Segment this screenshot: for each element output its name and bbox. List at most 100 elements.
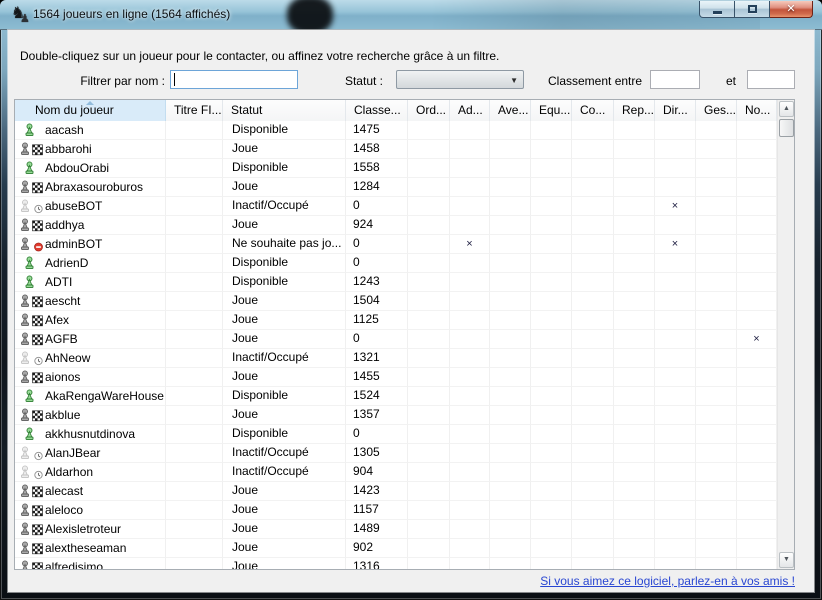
table-row[interactable]: Abraxasouroburos Joue 1284 — [15, 178, 777, 197]
cell-co — [572, 425, 614, 444]
cell-ord — [408, 140, 450, 159]
cell-co — [572, 159, 614, 178]
cell-title — [166, 197, 223, 216]
cell-equ — [531, 539, 572, 558]
table-row[interactable]: aleloco Joue 1157 — [15, 501, 777, 520]
table-row[interactable]: AdrienD Disponible 0 — [15, 254, 777, 273]
vertical-scrollbar[interactable]: ▲ ▼ — [777, 100, 794, 569]
cell-ord — [408, 330, 450, 349]
cell-dir — [655, 178, 696, 197]
cell-no — [737, 539, 777, 558]
cell-co — [572, 520, 614, 539]
column-header-rep[interactable]: Rep... — [614, 100, 655, 121]
cell-ord — [408, 254, 450, 273]
table-row[interactable]: Afex Joue 1125 — [15, 311, 777, 330]
filter-name-input[interactable] — [170, 70, 298, 89]
cell-dir — [655, 406, 696, 425]
table-row[interactable]: abbarohi Joue 1458 — [15, 140, 777, 159]
scrollbar-thumb[interactable] — [779, 119, 794, 137]
table-row[interactable]: alecast Joue 1423 — [15, 482, 777, 501]
table-row[interactable]: AbdouOrabi Disponible 1558 — [15, 159, 777, 178]
table-body: aacash Disponible 1475 abbarohi Joue 145… — [15, 121, 777, 569]
cell-rep — [614, 463, 655, 482]
table-row[interactable]: AkaRengaWareHouse Disponible 1524 — [15, 387, 777, 406]
table-row[interactable]: aescht Joue 1504 — [15, 292, 777, 311]
cell-rep — [614, 520, 655, 539]
maximize-button[interactable] — [735, 1, 770, 18]
pawn-chessboard-playing-icon — [18, 522, 45, 537]
cell-no — [737, 463, 777, 482]
status-dropdown[interactable]: ▼ — [396, 70, 524, 89]
table-row[interactable]: AlanJBear Inactif/Occupé 1305 — [15, 444, 777, 463]
table-row[interactable]: Aldarhon Inactif/Occupé 904 — [15, 463, 777, 482]
column-header-no[interactable]: No... — [737, 100, 777, 121]
cell-no — [737, 311, 777, 330]
table-row[interactable]: addhya Joue 924 — [15, 216, 777, 235]
column-header-equ[interactable]: Equ... — [531, 100, 572, 121]
column-header-co[interactable]: Co... — [572, 100, 614, 121]
scroll-down-button[interactable]: ▼ — [779, 552, 794, 568]
close-button[interactable]: ✕ — [770, 1, 813, 18]
minimize-button[interactable] — [699, 1, 735, 18]
cell-title — [166, 387, 223, 406]
table-row[interactable]: akblue Joue 1357 — [15, 406, 777, 425]
table-row[interactable]: AhNeow Inactif/Occupé 1321 — [15, 349, 777, 368]
cell-title — [166, 273, 223, 292]
cell-dir — [655, 501, 696, 520]
cell-no — [737, 121, 777, 140]
table-row[interactable]: AGFB Joue 0 × — [15, 330, 777, 349]
cell-no — [737, 444, 777, 463]
table-row[interactable]: ADTI Disponible 1243 — [15, 273, 777, 292]
cell-co — [572, 444, 614, 463]
column-header-title[interactable]: Titre FI... — [166, 100, 223, 121]
cell-ave — [490, 425, 531, 444]
cell-title — [166, 463, 223, 482]
cell-co — [572, 368, 614, 387]
table-row[interactable]: adminBOT Ne souhaite pas jo... 0 × × — [15, 235, 777, 254]
cell-ave — [490, 273, 531, 292]
table-row[interactable]: alfredisimo Joue 1316 — [15, 558, 777, 569]
minimize-icon — [713, 11, 722, 14]
cell-ges — [696, 292, 737, 311]
column-header-status[interactable]: Statut — [223, 100, 346, 121]
column-header-dir[interactable]: Dir... — [655, 100, 696, 121]
column-header-ave[interactable]: Ave... — [490, 100, 531, 121]
cell-ave — [490, 387, 531, 406]
cell-title — [166, 178, 223, 197]
table-row[interactable]: akkhusnutdinova Disponible 0 — [15, 425, 777, 444]
cell-status: Joue — [223, 501, 346, 520]
titlebar[interactable]: ♞♟ 1564 joueurs en ligne (1564 affichés)… — [0, 0, 822, 30]
ranking-max-input[interactable] — [747, 70, 795, 89]
cell-co — [572, 482, 614, 501]
column-header-rating[interactable]: Classe... — [346, 100, 408, 121]
cell-ave — [490, 368, 531, 387]
cell-ave — [490, 159, 531, 178]
cell-title — [166, 349, 223, 368]
cell-equ — [531, 349, 572, 368]
cell-co — [572, 254, 614, 273]
column-header-ges[interactable]: Ges... — [696, 100, 737, 121]
chevron-down-icon: ▼ — [510, 76, 518, 85]
table-row[interactable]: aionos Joue 1455 — [15, 368, 777, 387]
cell-ad — [450, 463, 490, 482]
cell-ave — [490, 216, 531, 235]
column-header-ad[interactable]: Ad... — [450, 100, 490, 121]
table-row[interactable]: Alexisletroteur Joue 1489 — [15, 520, 777, 539]
share-link[interactable]: Si vous aimez ce logiciel, parlez-en à v… — [540, 574, 795, 588]
table-row[interactable]: alextheseaman Joue 902 — [15, 539, 777, 558]
cell-ave — [490, 406, 531, 425]
table-row[interactable]: aacash Disponible 1475 — [15, 121, 777, 140]
cell-no — [737, 235, 777, 254]
cell-dir — [655, 330, 696, 349]
player-name: aleloco — [45, 502, 83, 519]
cell-ave — [490, 197, 531, 216]
column-header-name[interactable]: Nom du joueur — [15, 100, 166, 121]
cell-dir — [655, 273, 696, 292]
cell-ord — [408, 216, 450, 235]
cell-status: Disponible — [223, 121, 346, 140]
cell-ad — [450, 425, 490, 444]
scroll-up-button[interactable]: ▲ — [779, 101, 794, 117]
table-row[interactable]: abuseBOT Inactif/Occupé 0 × — [15, 197, 777, 216]
column-header-ord[interactable]: Ord... — [408, 100, 450, 121]
ranking-min-input[interactable] — [650, 70, 700, 89]
